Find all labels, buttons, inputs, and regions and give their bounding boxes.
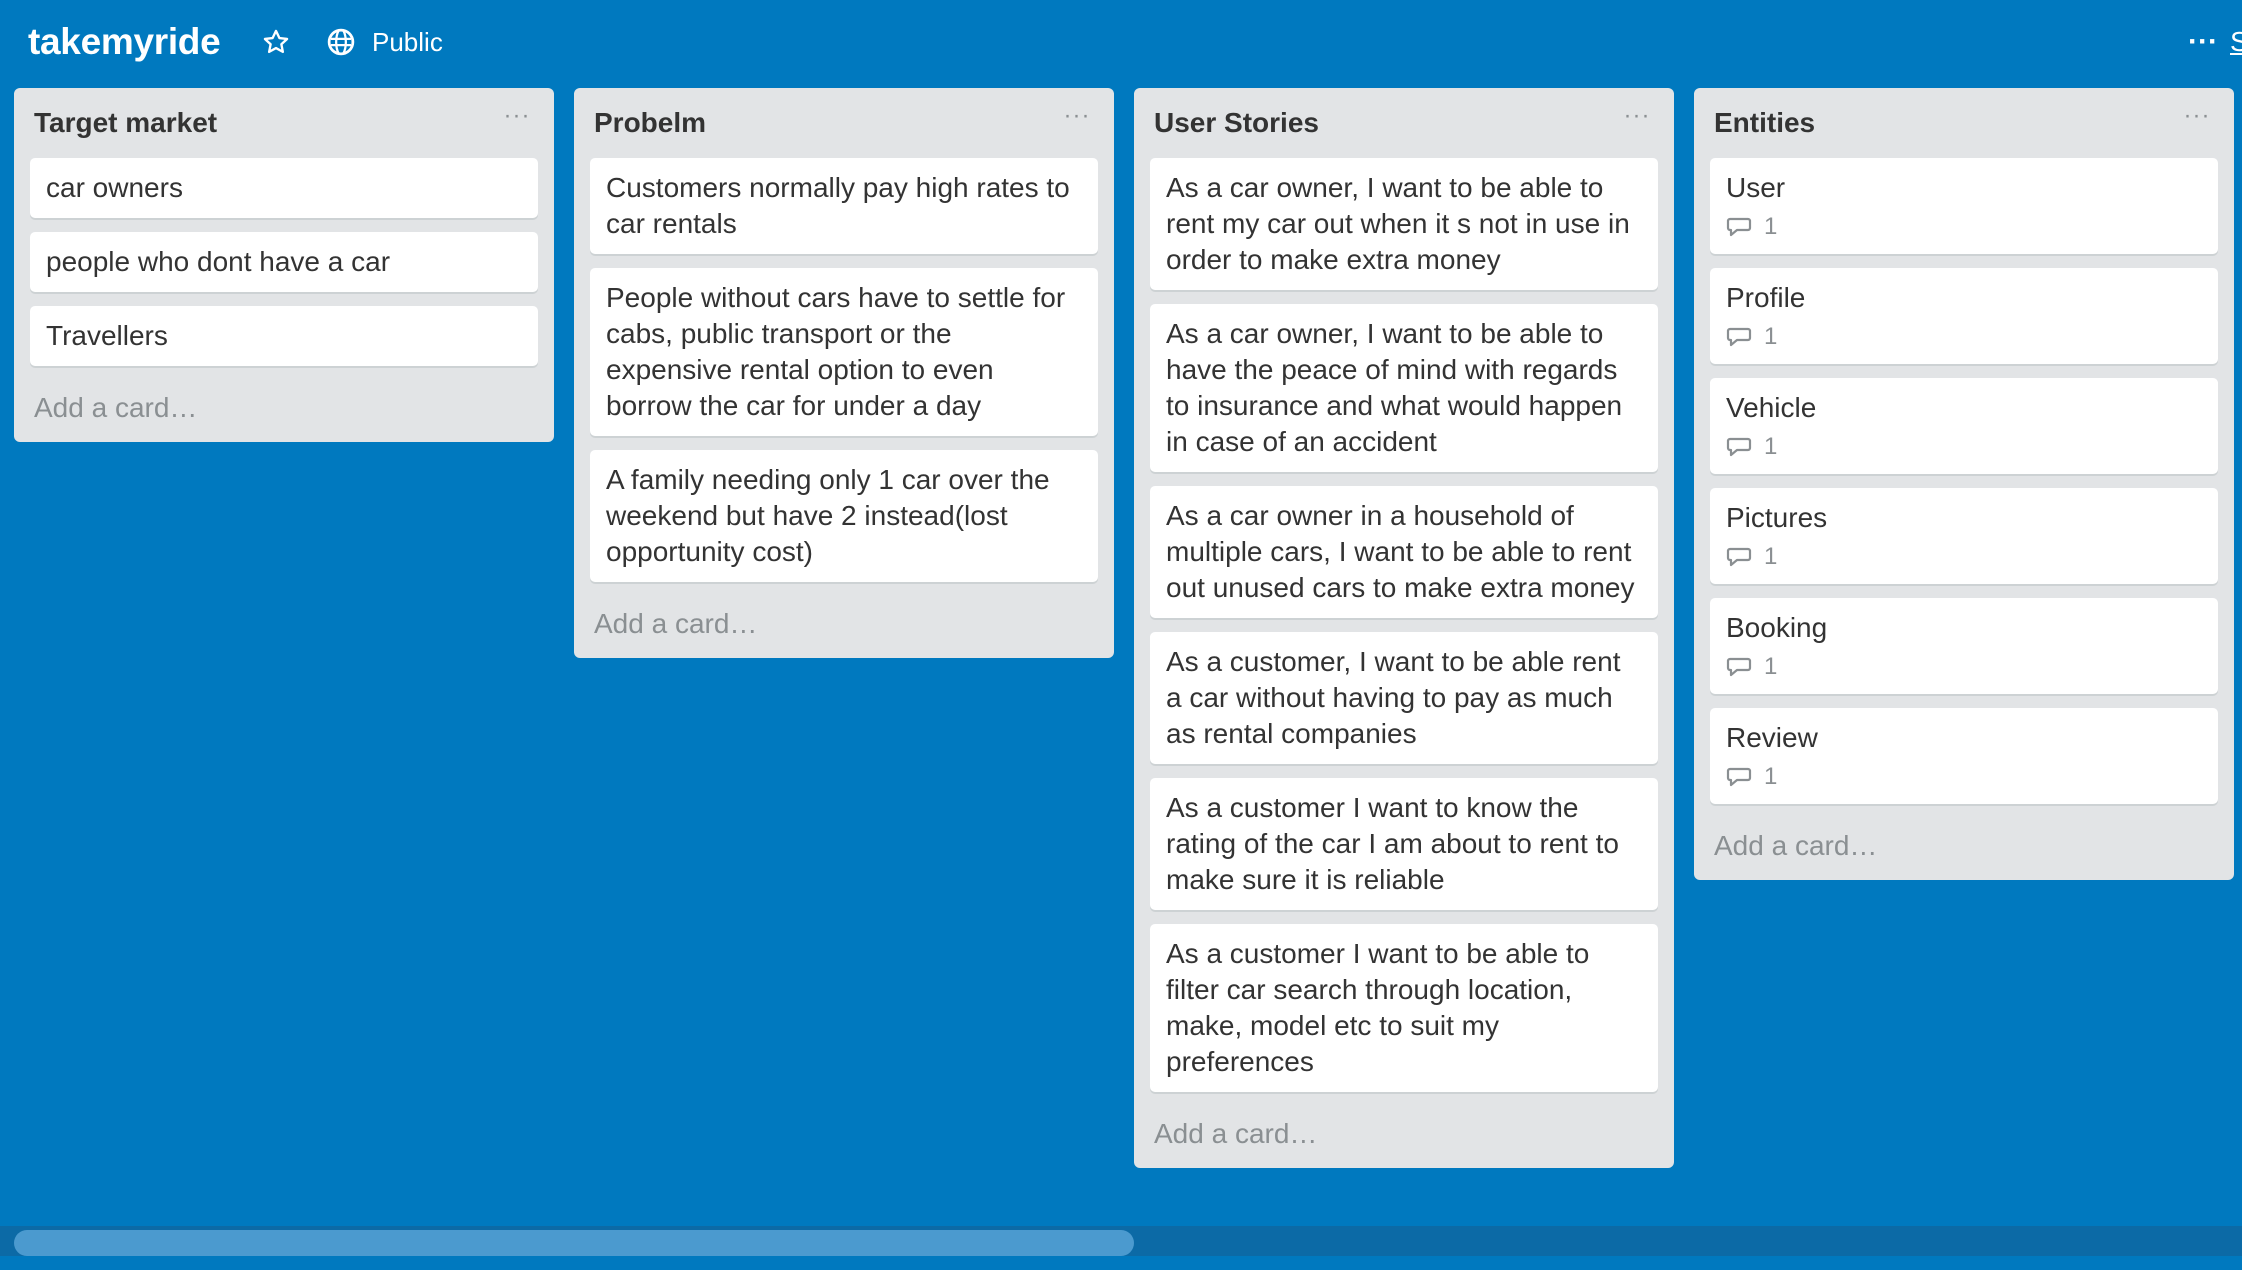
card[interactable]: car owners bbox=[30, 158, 538, 218]
card-title: Booking bbox=[1726, 612, 1828, 643]
card[interactable]: people who dont have a car bbox=[30, 232, 538, 292]
card-list: Customers normally pay high rates to car… bbox=[574, 158, 1114, 582]
list-entities: Entities ··· User 1 Profile 1 Vehicle 1 … bbox=[1694, 88, 2234, 880]
card-list: As a car owner, I want to be able to ren… bbox=[1134, 158, 1674, 1092]
card[interactable]: As a car owner, I want to be able to hav… bbox=[1150, 304, 1658, 472]
card-title: Pictures bbox=[1726, 502, 1828, 533]
visibility-button[interactable]: Public bbox=[326, 22, 443, 62]
star-button[interactable] bbox=[258, 24, 294, 60]
comment-count: 1 bbox=[1764, 543, 1778, 570]
card[interactable]: Pictures 1 bbox=[1710, 488, 2218, 584]
card-title: car owners bbox=[46, 172, 183, 203]
card[interactable]: Profile 1 bbox=[1710, 268, 2218, 364]
card[interactable]: A family needing only 1 car over the wee… bbox=[590, 450, 1098, 582]
list-title[interactable]: Entities bbox=[1714, 106, 1815, 140]
add-card-button[interactable]: Add a card… bbox=[1694, 818, 2234, 880]
card[interactable]: As a customer I want to be able to filte… bbox=[1150, 924, 1658, 1092]
show-menu-link[interactable]: S bbox=[2230, 22, 2242, 62]
card-title: Review bbox=[1726, 722, 1818, 753]
comment-count: 1 bbox=[1764, 763, 1778, 790]
board-title[interactable]: takemyride bbox=[28, 18, 221, 66]
card-badges: 1 bbox=[1726, 212, 2202, 242]
card-title: As a customer I want to know the rating … bbox=[1166, 792, 1619, 895]
list-header: Probelm ··· bbox=[574, 88, 1114, 158]
globe-icon bbox=[326, 27, 356, 57]
list-header: Target market ··· bbox=[14, 88, 554, 158]
board: takemyride Public ··· S Target market ··… bbox=[0, 0, 2242, 1270]
list-menu-button[interactable]: ··· bbox=[1622, 104, 1652, 134]
card[interactable]: User 1 bbox=[1710, 158, 2218, 254]
card[interactable]: Booking 1 bbox=[1710, 598, 2218, 694]
list-menu-button[interactable]: ··· bbox=[2182, 104, 2212, 134]
scrollbar-thumb[interactable] bbox=[14, 1230, 1134, 1256]
list-title[interactable]: Probelm bbox=[594, 106, 706, 140]
card[interactable]: Review 1 bbox=[1710, 708, 2218, 804]
card[interactable]: Travellers bbox=[30, 306, 538, 366]
board-header: takemyride Public ··· S bbox=[0, 0, 2242, 84]
list-user-stories: User Stories ··· As a car owner, I want … bbox=[1134, 88, 1674, 1168]
comment-icon bbox=[1726, 436, 1752, 458]
card-title: Vehicle bbox=[1726, 392, 1817, 423]
card-title: User bbox=[1726, 172, 1786, 203]
comment-icon bbox=[1726, 766, 1752, 788]
card[interactable]: Vehicle 1 bbox=[1710, 378, 2218, 474]
card-badges: 1 bbox=[1726, 652, 2202, 682]
card-badges: 1 bbox=[1726, 432, 2202, 462]
comment-icon bbox=[1726, 326, 1752, 348]
card-title: A family needing only 1 car over the wee… bbox=[606, 464, 1050, 567]
comment-icon bbox=[1726, 216, 1752, 238]
card[interactable]: People without cars have to settle for c… bbox=[590, 268, 1098, 436]
card-title: As a customer I want to be able to filte… bbox=[1166, 938, 1590, 1077]
add-card-button[interactable]: Add a card… bbox=[14, 380, 554, 442]
card[interactable]: As a customer, I want to be able rent a … bbox=[1150, 632, 1658, 764]
comment-count: 1 bbox=[1764, 323, 1778, 350]
card-title: People without cars have to settle for c… bbox=[606, 282, 1066, 421]
card-title: As a car owner, I want to be able to ren… bbox=[1166, 172, 1630, 275]
card[interactable]: As a customer I want to know the rating … bbox=[1150, 778, 1658, 910]
card-list: User 1 Profile 1 Vehicle 1 Pictures 1 Bo… bbox=[1694, 158, 2234, 804]
card-title: people who dont have a car bbox=[46, 246, 391, 277]
add-card-button[interactable]: Add a card… bbox=[574, 596, 1114, 658]
comment-count: 1 bbox=[1764, 213, 1778, 240]
card-badges: 1 bbox=[1726, 542, 2202, 572]
list-title[interactable]: Target market bbox=[34, 106, 217, 140]
list-target-market: Target market ··· car owners people who … bbox=[14, 88, 554, 442]
card-title: As a customer, I want to be able rent a … bbox=[1166, 646, 1621, 749]
list-problem: Probelm ··· Customers normally pay high … bbox=[574, 88, 1114, 658]
card-title: As a car owner, I want to be able to hav… bbox=[1166, 318, 1623, 457]
card-list: car owners people who dont have a car Tr… bbox=[14, 158, 554, 366]
star-icon bbox=[263, 29, 289, 54]
comment-icon bbox=[1726, 546, 1752, 568]
visibility-label: Public bbox=[372, 26, 443, 57]
card[interactable]: As a car owner in a household of multipl… bbox=[1150, 486, 1658, 618]
list-menu-button[interactable]: ··· bbox=[502, 104, 532, 134]
card-badges: 1 bbox=[1726, 762, 2202, 792]
list-header: User Stories ··· bbox=[1134, 88, 1674, 158]
card[interactable]: As a car owner, I want to be able to ren… bbox=[1150, 158, 1658, 290]
list-title[interactable]: User Stories bbox=[1154, 106, 1319, 140]
comment-icon bbox=[1726, 656, 1752, 678]
comment-count: 1 bbox=[1764, 433, 1778, 460]
comment-count: 1 bbox=[1764, 653, 1778, 680]
card-title: Customers normally pay high rates to car… bbox=[606, 172, 1070, 239]
show-menu-button[interactable]: ··· bbox=[2188, 24, 2218, 60]
card-title: Travellers bbox=[46, 320, 168, 351]
list-menu-button[interactable]: ··· bbox=[1062, 104, 1092, 134]
card-title: Profile bbox=[1726, 282, 1806, 313]
card-title: As a car owner in a household of multipl… bbox=[1166, 500, 1635, 603]
card[interactable]: Customers normally pay high rates to car… bbox=[590, 158, 1098, 254]
card-badges: 1 bbox=[1726, 322, 2202, 352]
add-card-button[interactable]: Add a card… bbox=[1134, 1106, 1674, 1168]
list-header: Entities ··· bbox=[1694, 88, 2234, 158]
